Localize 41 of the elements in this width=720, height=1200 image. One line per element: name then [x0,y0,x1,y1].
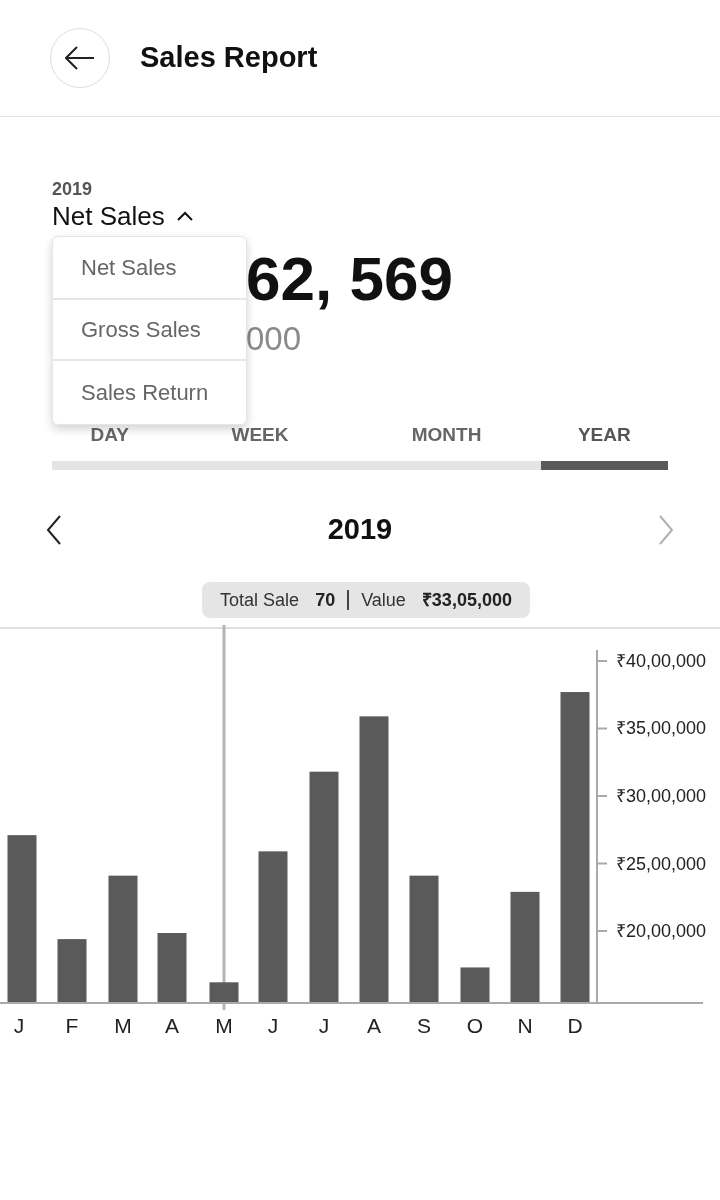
sales-amount: 62, 569 [246,243,454,315]
secondary-amount: 000 [246,319,303,359]
period-tab[interactable]: DAY [52,423,168,470]
page-title: Sales Report [140,40,318,76]
y-axis-label: ₹40,00,000 [616,651,707,671]
period-tab[interactable]: MONTH [352,423,541,470]
bar [57,939,87,1003]
x-axis-label: A [165,1014,179,1037]
previous-icon[interactable] [46,515,62,545]
y-axis-label: ₹25,00,000 [616,853,707,874]
period-label: 2019 [327,512,393,548]
tooltip-label: Value [361,588,406,612]
dropdown-item[interactable]: Sales Return [53,359,246,424]
y-axis-label: ₹20,00,000 [616,921,707,941]
chevron-icon [176,211,193,221]
dropdown-item[interactable]: Net Sales [53,237,246,298]
back-arrow-icon [65,46,95,70]
bar [209,982,239,1003]
tooltip-value: 70 [315,588,336,612]
x-axis-label: N [517,1014,533,1037]
x-axis-label: J [267,1014,279,1037]
bar [157,933,187,1003]
dropdown-item[interactable]: Gross Sales [53,298,246,359]
x-axis-label: F [65,1014,79,1037]
x-axis-label: O [466,1014,484,1037]
x-axis-label: A [367,1014,381,1037]
year-label: 2019 [52,178,94,201]
x-axis-label: J [318,1014,330,1037]
tooltip-label: Total Sale [220,588,300,612]
metric-selector[interactable]: Net Sales [52,199,193,233]
x-axis-label: M [215,1014,233,1037]
y-axis-label: ₹35,00,000 [616,718,707,739]
tooltip-value: ₹33,05,000 [421,588,512,612]
x-axis-label: J [13,1014,25,1037]
period-tab[interactable]: WEEK [167,423,353,470]
period-tab[interactable]: YEAR [540,423,668,470]
y-axis-label: ₹30,00,000 [616,786,707,806]
bar [460,967,490,1003]
x-axis-label: M [114,1014,132,1037]
x-axis-label: S [417,1014,431,1037]
x-axis-label: D [567,1014,583,1037]
